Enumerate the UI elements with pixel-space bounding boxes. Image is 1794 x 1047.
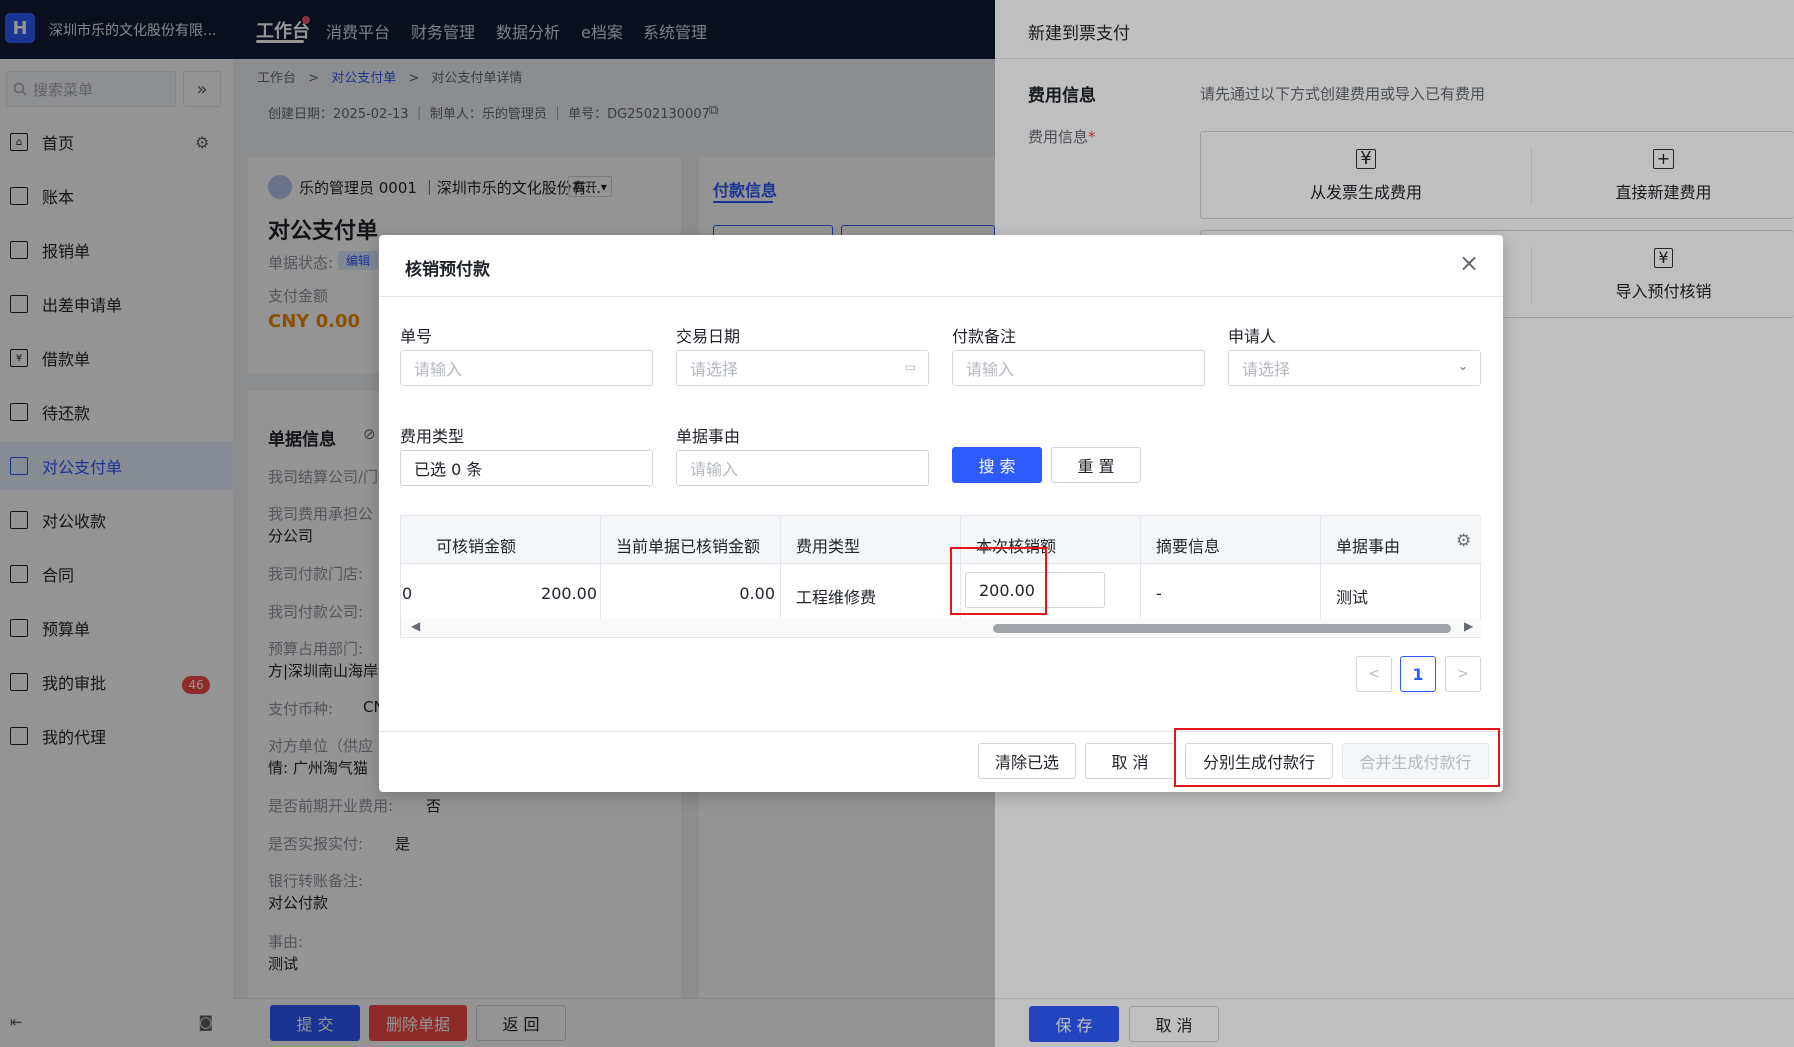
expense-type-select[interactable]: 已选 0 条 — [400, 450, 653, 486]
scroll-left-icon[interactable]: ◀ — [411, 619, 420, 633]
col-divider — [600, 516, 601, 619]
table-cell-reason: 测试 — [1336, 588, 1369, 607]
prepayment-table: ◀ ▶ — [400, 515, 1482, 638]
column-header: 可核销金额 — [436, 537, 517, 556]
modal-header: 核销预付款 × — [379, 235, 1503, 297]
select-placeholder: 请选择 — [1242, 360, 1291, 379]
calendar-icon: ▭ — [904, 360, 916, 374]
scroll-right-icon[interactable]: ▶ — [1464, 619, 1473, 633]
prev-page-button[interactable]: < — [1356, 656, 1392, 692]
table-cell-verified: 0.00 — [739, 584, 775, 603]
highlight-amount-box — [950, 547, 1047, 615]
column-header: 单据事由 — [1336, 537, 1401, 556]
filter-label-reason: 单据事由 — [676, 427, 741, 446]
col-divider — [780, 516, 781, 619]
trade-date-picker[interactable]: 请选择 ▭ — [676, 350, 929, 386]
table-cell-summary: - — [1156, 584, 1162, 603]
column-header: 当前单据已核销金额 — [616, 537, 761, 556]
next-page-button[interactable]: > — [1445, 656, 1481, 692]
search-button[interactable]: 搜 索 — [952, 447, 1042, 483]
payment-note-input[interactable]: 请输入 — [952, 350, 1205, 386]
table-cell-available: 200.00 — [541, 584, 597, 603]
filter-label-expense-type: 费用类型 — [400, 427, 465, 446]
modal-title: 核销预付款 — [405, 260, 490, 280]
table-cell-type: 工程维修费 — [796, 588, 877, 607]
filter-label-payment-note: 付款备注 — [952, 327, 1017, 346]
scrollbar-thumb[interactable] — [993, 624, 1451, 633]
applicant-select[interactable]: 请选择 ⌄ — [1228, 350, 1481, 386]
column-header: 费用类型 — [796, 537, 861, 556]
table-cell-partial: 0 — [402, 584, 413, 603]
clear-selected-button[interactable]: 清除已选 — [978, 743, 1076, 779]
highlight-generate-box — [1174, 728, 1500, 787]
col-divider — [1140, 516, 1141, 619]
chevron-down-icon: ⌄ — [1457, 359, 1468, 373]
reason-input[interactable]: 请输入 — [676, 450, 929, 486]
column-header: 摘要信息 — [1156, 537, 1221, 556]
prepayment-verification-modal: 核销预付款 × 单号 请输入 交易日期 请选择 ▭ 付款备注 请输入 申请人 请… — [379, 235, 1503, 792]
reset-button[interactable]: 重 置 — [1051, 447, 1141, 483]
col-divider — [1320, 516, 1321, 619]
close-icon[interactable]: × — [1459, 249, 1479, 277]
filter-label-doc-no: 单号 — [400, 327, 433, 346]
modal-cancel-button[interactable]: 取 消 — [1085, 743, 1175, 779]
table-settings-gear-icon[interactable]: ⚙ — [1456, 531, 1471, 551]
filter-label-trade-date: 交易日期 — [676, 327, 741, 346]
page-number[interactable]: 1 — [1400, 656, 1436, 692]
doc-no-input[interactable]: 请输入 — [400, 350, 653, 386]
date-placeholder: 请选择 — [690, 360, 739, 379]
horizontal-scrollbar[interactable]: ◀ ▶ — [401, 619, 1482, 637]
filter-label-applicant: 申请人 — [1228, 327, 1277, 346]
